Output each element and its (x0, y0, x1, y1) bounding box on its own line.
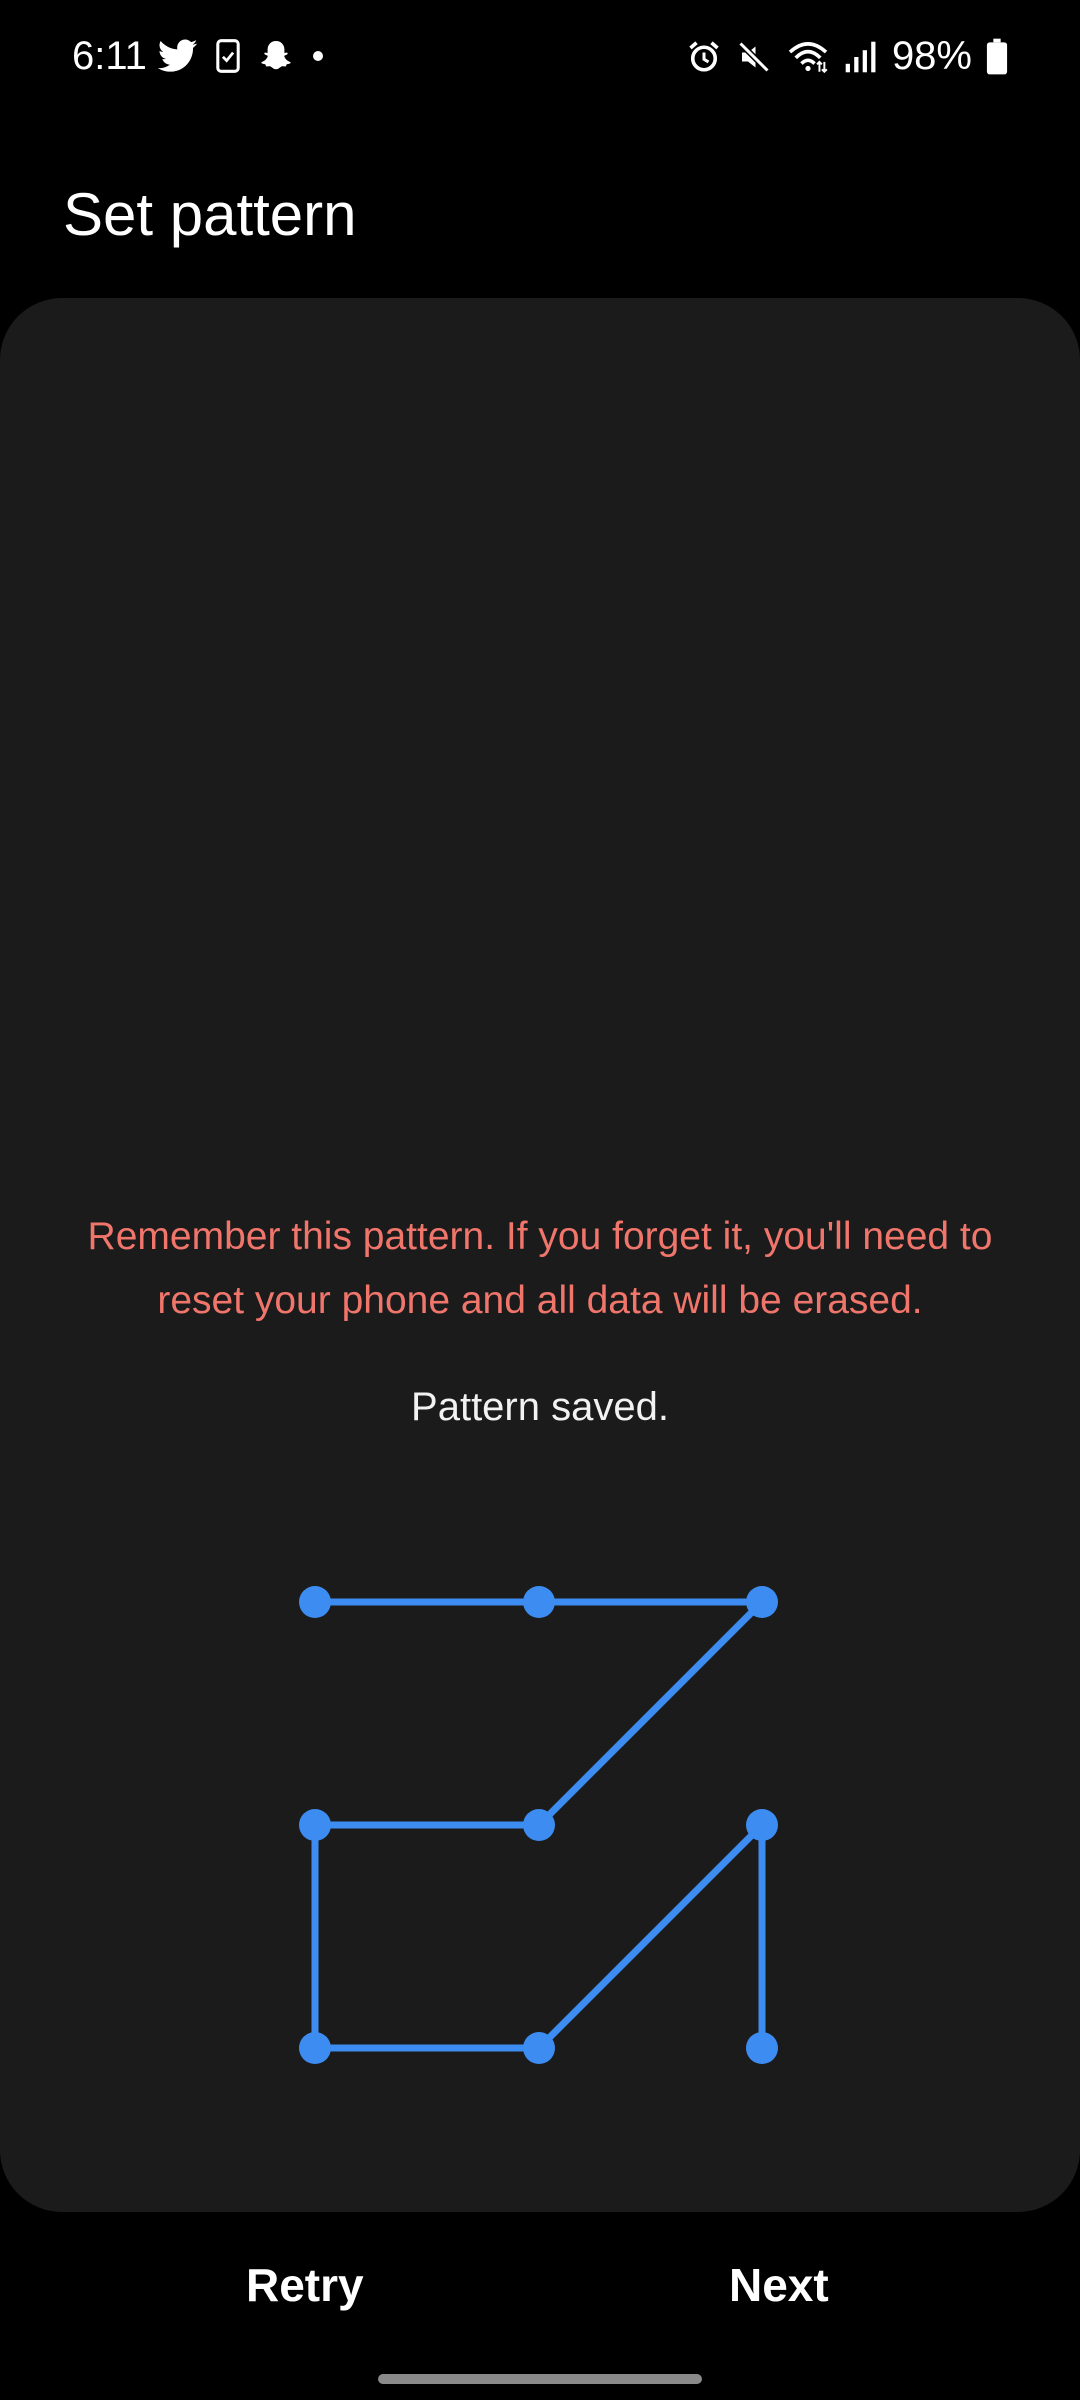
pattern-dot[interactable] (299, 1586, 331, 1618)
pattern-dot[interactable] (299, 1809, 331, 1841)
retry-button[interactable]: Retry (246, 2258, 364, 2312)
pattern-dot[interactable] (523, 1586, 555, 1618)
pattern-dot[interactable] (746, 1586, 778, 1618)
pattern-grid[interactable] (0, 0, 1080, 2400)
pattern-dot[interactable] (299, 2032, 331, 2064)
pattern-dot[interactable] (746, 1809, 778, 1841)
pattern-line (535, 1598, 766, 1829)
pattern-dot[interactable] (523, 1809, 555, 1841)
next-button[interactable]: Next (729, 2258, 829, 2312)
pattern-dot[interactable] (746, 2032, 778, 2064)
pattern-line (535, 1821, 766, 2052)
pattern-dot[interactable] (523, 2032, 555, 2064)
gesture-nav-handle[interactable] (378, 2374, 702, 2384)
